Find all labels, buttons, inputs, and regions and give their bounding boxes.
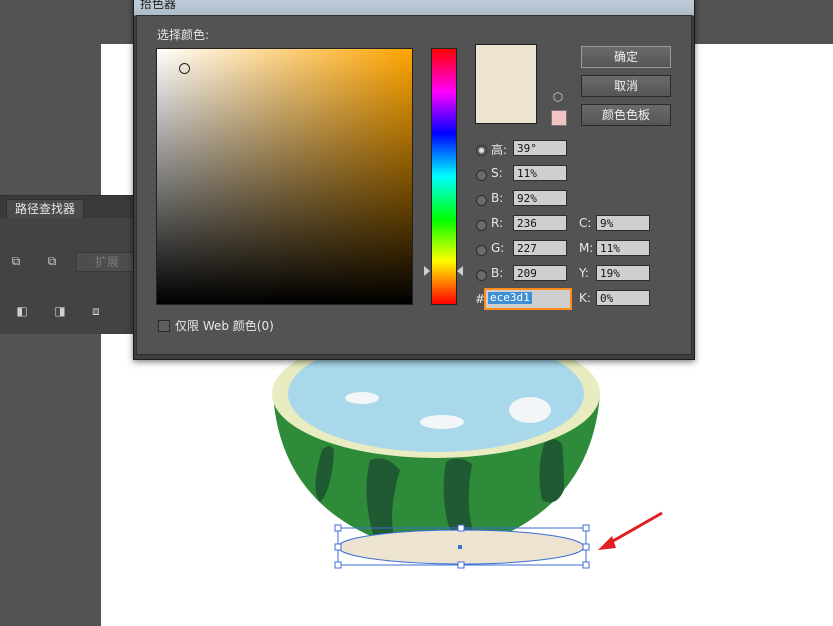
black-label: K: xyxy=(579,291,591,305)
minus-front-icon[interactable]: ⧉ xyxy=(44,254,60,268)
blue-radio[interactable] xyxy=(476,270,487,281)
hex-input[interactable]: ece3d1 xyxy=(485,289,571,309)
brightness-label: B: xyxy=(491,191,504,205)
green-radio[interactable] xyxy=(476,245,487,256)
hue-input[interactable]: 39° xyxy=(513,140,567,156)
cyan-input[interactable]: 9% xyxy=(596,215,650,231)
blue-input[interactable]: 209 xyxy=(513,265,567,281)
cyan-label: C: xyxy=(579,216,592,230)
pathfinder-tabbar: 路径查找器 xyxy=(0,196,140,218)
water-bubble xyxy=(420,415,464,429)
magenta-label: M: xyxy=(579,241,594,255)
merge-icon[interactable]: ⧈ xyxy=(88,304,104,318)
selection-handle[interactable] xyxy=(582,524,590,532)
brightness-radio[interactable] xyxy=(476,195,487,206)
ok-button[interactable]: 确定 xyxy=(581,46,671,68)
cancel-button[interactable]: 取消 xyxy=(581,75,671,97)
dialog-title: 拾色器 xyxy=(140,0,177,11)
expand-button[interactable]: 扩展 xyxy=(76,252,138,272)
hex-input-selected-text: ece3d1 xyxy=(488,291,532,304)
green-input[interactable]: 227 xyxy=(513,240,567,256)
dialog-body: 选择颜色: ⬡ 确定 取消 颜色色板 高: 39° S: 11% B: 92% … xyxy=(136,15,692,355)
hue-slider-right-arrow-icon[interactable] xyxy=(457,266,463,276)
selection-handle[interactable] xyxy=(457,561,465,569)
selection-handle[interactable] xyxy=(457,524,465,532)
selection-handle[interactable] xyxy=(334,524,342,532)
brightness-input[interactable]: 92% xyxy=(513,190,567,206)
black-input[interactable]: 0% xyxy=(596,290,650,306)
water-bubble xyxy=(345,392,379,404)
tab-pathfinder[interactable]: 路径查找器 xyxy=(6,199,85,218)
web-colors-only-checkbox[interactable] xyxy=(158,320,170,332)
color-picker-cursor-icon[interactable] xyxy=(179,63,190,74)
web-colors-only-label: 仅限 Web 颜色(0) xyxy=(175,319,274,333)
red-label: R: xyxy=(491,216,504,230)
current-color-swatch xyxy=(475,44,537,124)
green-label: G: xyxy=(491,241,505,255)
selection-center-point xyxy=(458,545,462,549)
pathfinder-panel: 路径查找器 ⧉ ⧉ 扩展 ◧ ◨ ⧈ xyxy=(0,195,140,334)
selection-handle[interactable] xyxy=(334,543,342,551)
workspace-left xyxy=(0,44,101,626)
water-bubble xyxy=(509,397,551,423)
saturation-label: S: xyxy=(491,166,503,180)
saturation-input[interactable]: 11% xyxy=(513,165,567,181)
magenta-input[interactable]: 11% xyxy=(596,240,650,256)
select-color-label: 选择颜色: xyxy=(157,28,210,42)
color-picker-dialog: 拾色器 选择颜色: ⬡ 确定 取消 颜色色板 高: 39° S: 11% B: … xyxy=(133,0,695,360)
hex-label: # xyxy=(475,292,486,306)
hue-radio[interactable] xyxy=(476,145,487,156)
melon-stripe xyxy=(539,439,564,503)
annotation-arrow-icon xyxy=(598,511,663,550)
color-swatches-button[interactable]: 颜色色板 xyxy=(581,104,671,126)
trim-icon[interactable]: ◨ xyxy=(52,304,68,318)
unite-icon[interactable]: ⧉ xyxy=(8,254,24,268)
blue-label: B: xyxy=(491,266,504,280)
selection-handle[interactable] xyxy=(582,561,590,569)
red-input[interactable]: 236 xyxy=(513,215,567,231)
selection-handle[interactable] xyxy=(582,543,590,551)
divide-icon[interactable]: ◧ xyxy=(14,304,30,318)
hue-slider-left-arrow-icon[interactable] xyxy=(424,266,430,276)
yellow-label: Y: xyxy=(579,266,589,280)
saturation-brightness-field[interactable] xyxy=(156,48,413,305)
red-radio[interactable] xyxy=(476,220,487,231)
saturation-radio[interactable] xyxy=(476,170,487,181)
selection-handle[interactable] xyxy=(334,561,342,569)
out-of-web-gamut-cube-icon[interactable]: ⬡ xyxy=(551,90,565,104)
hue-label: 高: xyxy=(491,143,508,157)
shadow-ellipse-selected[interactable] xyxy=(330,520,595,572)
hue-slider[interactable] xyxy=(431,48,457,305)
yellow-input[interactable]: 19% xyxy=(596,265,650,281)
dialog-titlebar[interactable]: 拾色器 xyxy=(134,0,694,16)
gamut-warning-swatch[interactable] xyxy=(551,110,567,126)
